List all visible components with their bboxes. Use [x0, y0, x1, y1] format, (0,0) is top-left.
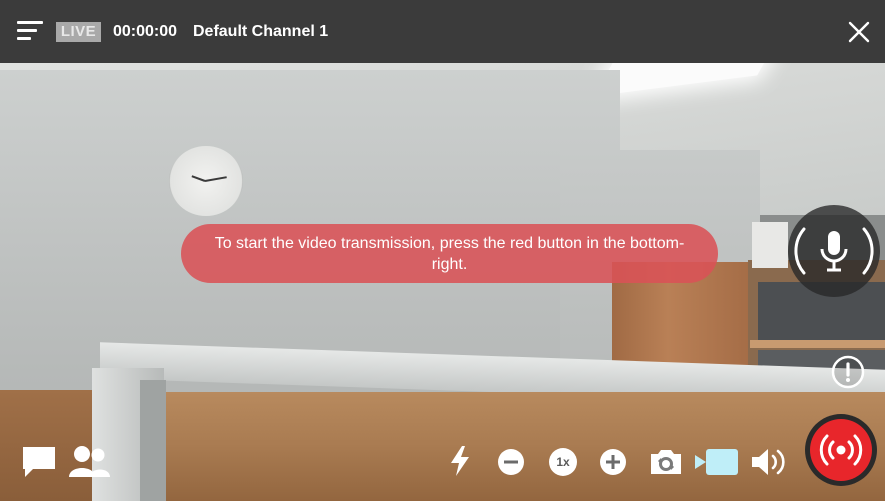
chat-icon[interactable]	[21, 444, 57, 480]
flash-icon[interactable]	[449, 445, 471, 477]
broadcast-icon	[819, 434, 863, 466]
video-camera-icon[interactable]	[694, 447, 740, 477]
participants-icon[interactable]	[68, 443, 112, 479]
zoom-in-icon[interactable]	[599, 448, 627, 476]
live-badge: LIVE	[56, 22, 101, 42]
top-bar: LIVE 00:00:00 Default Channel 1	[0, 0, 885, 63]
notice-text: To start the video transmission, press t…	[214, 234, 685, 273]
volume-icon[interactable]	[750, 446, 790, 478]
start-broadcast-button[interactable]	[805, 414, 877, 486]
camera-switch-icon[interactable]	[648, 447, 684, 477]
microphone-button[interactable]	[788, 205, 880, 297]
close-icon[interactable]	[846, 20, 872, 44]
microphone-icon	[794, 227, 874, 275]
channel-name: Default Channel 1	[193, 23, 329, 40]
alert-icon[interactable]	[831, 355, 865, 389]
menu-icon[interactable]	[17, 21, 43, 44]
zoom-level: 1x	[556, 455, 570, 469]
stream-timer: 00:00:00	[113, 23, 178, 40]
start-transmission-notice: To start the video transmission, press t…	[181, 224, 718, 283]
zoom-level-button[interactable]: 1x	[548, 447, 578, 477]
zoom-out-icon[interactable]	[497, 448, 525, 476]
